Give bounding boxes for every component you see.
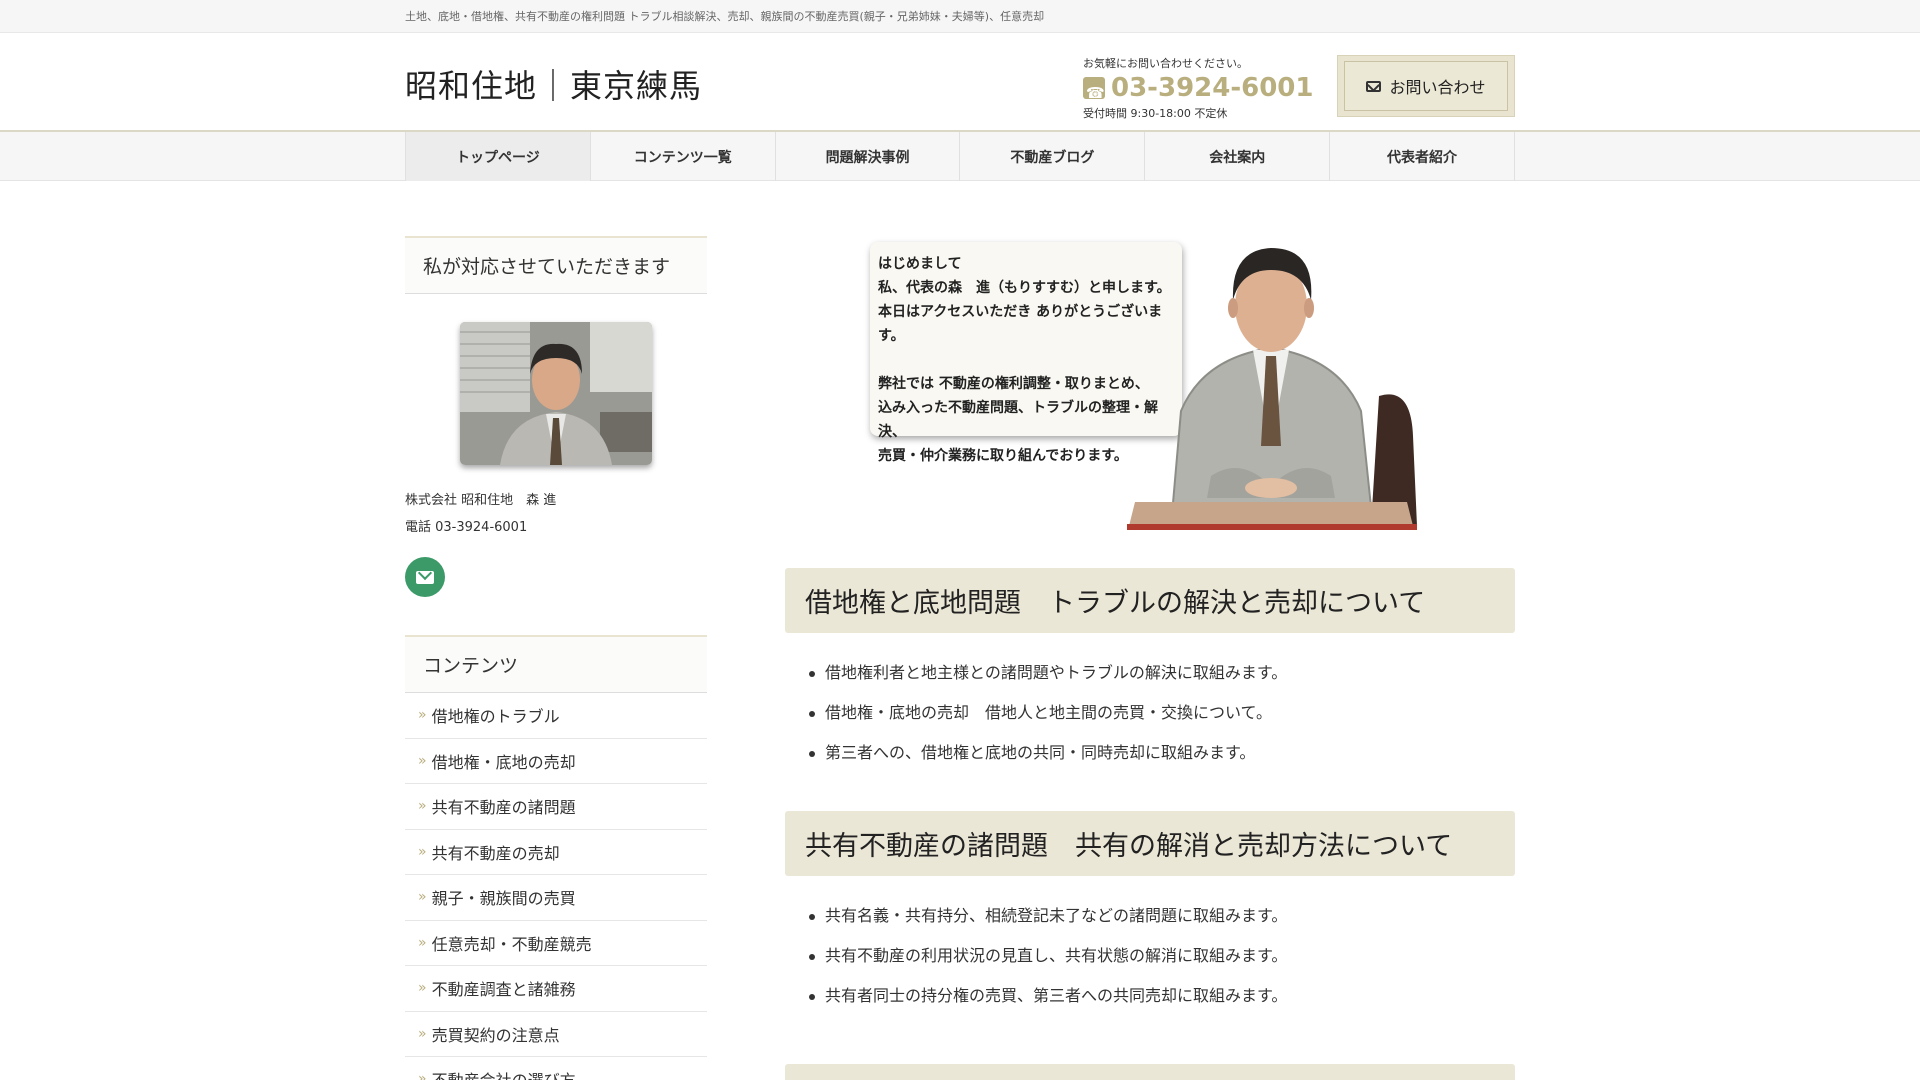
header-phone-number[interactable]: 03-3924-6001	[1111, 73, 1314, 103]
sidebar-item-shakuchi-trouble[interactable]: » 借地権のトラブル	[405, 693, 707, 739]
site-tagline: 土地、底地・借地権、共有不動産の権利問題 トラブル相談解決、売却、親族間の不動産…	[405, 10, 1045, 23]
greeting-hero: はじめまして 私、代表の森 進（もりすすむ）と申します。 本日はアクセスいただき…	[785, 236, 1515, 536]
sidebar-item-survey[interactable]: » 不動産調査と諸雑務	[405, 966, 707, 1012]
list-item: 借地権利者と地主様との諸問題やトラブルの解決に取組みます。	[805, 661, 1515, 701]
nav-item-contents[interactable]: コンテンツ一覧	[591, 132, 776, 181]
sidebar-item-label[interactable]: 借地権のトラブル	[432, 703, 560, 727]
representative-photo	[460, 322, 652, 465]
sidebar-item-label[interactable]: 共有不動産の売却	[432, 840, 560, 864]
sidebar-item-label[interactable]: 不動産会社の選び方	[432, 1067, 576, 1080]
sidebar-phone: 電話 03-3924-6001	[405, 520, 528, 535]
sidebar-item-label[interactable]: 親子・親族間の売買	[432, 885, 576, 909]
header-phone[interactable]: 03-3924-6001	[1083, 73, 1314, 108]
header-contact: お気軽にお問い合わせください。 03-3924-6001 受付時間 9:30-1…	[1083, 55, 1314, 121]
section-title-next	[785, 1064, 1515, 1080]
sidebar-item-kyoyu-issues[interactable]: » 共有不動産の諸問題	[405, 784, 707, 830]
contents-heading: コンテンツ	[405, 635, 707, 693]
contact-hours: 受付時間 9:30-18:00 不定休	[1083, 107, 1228, 120]
sidebar-item-choose-agent[interactable]: » 不動産会社の選び方	[405, 1057, 707, 1080]
sidebar-item-label[interactable]: 不動産調査と諸雑務	[432, 976, 576, 1000]
sidebar-item-label[interactable]: 借地権・底地の売却	[432, 749, 576, 773]
contact-button-inner[interactable]: お問い合わせ	[1344, 61, 1508, 111]
double-chevron-icon: »	[418, 798, 427, 815]
list-item: 共有名義・共有持分、相続登記未了などの諸問題に取組みます。	[805, 904, 1515, 944]
double-chevron-icon: »	[418, 752, 427, 769]
contact-button-label[interactable]: お問い合わせ	[1389, 74, 1485, 98]
profile-heading: 私が対応させていただきます	[405, 236, 707, 294]
envelope-icon	[416, 570, 434, 584]
list-item: 借地権・底地の売却 借地人と地主間の売買・交換について。	[805, 701, 1515, 741]
double-chevron-icon: »	[418, 1071, 427, 1080]
nav-item-blog[interactable]: 不動産ブログ	[960, 132, 1146, 181]
section-title-kyoyu: 共有不動産の諸問題 共有の解消と売却方法について	[785, 811, 1515, 876]
sidebar-item-label[interactable]: 任意売却・不動産競売	[432, 931, 592, 955]
sidebar-item-contract[interactable]: » 売買契約の注意点	[405, 1012, 707, 1057]
phone-icon	[1083, 77, 1105, 108]
global-nav: トップページ コンテンツ一覧 問題解決事例 不動産ブログ 会社案内 代表者紹介	[0, 132, 1920, 181]
double-chevron-icon: »	[418, 934, 427, 951]
list-item: 共有不動産の利用状況の見直し、共有状態の解消に取組みます。	[805, 944, 1515, 984]
top-bar: 土地、底地・借地権、共有不動産の権利問題 トラブル相談解決、売却、親族間の不動産…	[0, 0, 1920, 33]
sidebar-item-kyoyu-sale[interactable]: » 共有不動産の売却	[405, 830, 707, 875]
double-chevron-icon: »	[418, 843, 427, 860]
sidebar: 私が対応させていただきます 株式会社 昭和住地 森 進 電話 03-3924-6…	[405, 236, 707, 1080]
company-name: 株式会社 昭和住地 森 進	[405, 493, 557, 508]
nav-item-representative[interactable]: 代表者紹介	[1330, 132, 1515, 181]
page-content: 私が対応させていただきます 株式会社 昭和住地 森 進 電話 03-3924-6…	[0, 181, 1920, 1080]
site-header: 昭和住地｜東京練馬 お気軽にお問い合わせください。 03-3924-6001 受…	[0, 33, 1920, 132]
mail-button[interactable]	[405, 557, 445, 597]
list-item: 第三者への、借地権と底地の共同・同時売却に取組みます。	[805, 741, 1515, 781]
nav-item-company[interactable]: 会社案内	[1145, 132, 1331, 181]
site-logo[interactable]: 昭和住地｜東京練馬	[405, 61, 702, 107]
section-list-shakuchi: 借地権利者と地主様との諸問題やトラブルの解決に取組みます。 借地権・底地の売却 …	[785, 633, 1515, 781]
nav-item-cases[interactable]: 問題解決事例	[776, 132, 961, 181]
sidebar-item-label[interactable]: 共有不動産の諸問題	[432, 794, 576, 818]
envelope-icon	[1366, 80, 1382, 92]
section-title-shakuchi: 借地権と底地問題 トラブルの解決と売却について	[785, 568, 1515, 633]
sidebar-item-nini-baikyaku[interactable]: » 任意売却・不動産競売	[405, 921, 707, 966]
contents-list: » 借地権のトラブル » 借地権・底地の売却 » 共有不動産の諸問題 » 共有不動産の売…	[405, 693, 707, 1080]
double-chevron-icon: »	[418, 707, 427, 724]
double-chevron-icon: »	[418, 980, 427, 997]
contact-button[interactable]: お問い合わせ	[1337, 55, 1515, 117]
nav-item-top[interactable]: トップページ	[406, 132, 591, 181]
main-column: はじめまして 私、代表の森 進（もりすすむ）と申します。 本日はアクセスいただき…	[785, 236, 1515, 1080]
contact-note: お気軽にお問い合わせください。	[1083, 57, 1248, 70]
representative-illustration	[1127, 248, 1417, 530]
double-chevron-icon: »	[418, 1025, 427, 1042]
section-list-kyoyu: 共有名義・共有持分、相続登記未了などの諸問題に取組みます。 共有不動産の利用状況…	[785, 876, 1515, 1024]
sidebar-item-shakuchi-sale[interactable]: » 借地権・底地の売却	[405, 739, 707, 784]
sidebar-item-label[interactable]: 売買契約の注意点	[432, 1022, 560, 1046]
double-chevron-icon: »	[418, 889, 427, 906]
sidebar-item-family-sale[interactable]: » 親子・親族間の売買	[405, 875, 707, 921]
list-item: 共有者同士の持分権の売買、第三者への共同売却に取組みます。	[805, 984, 1515, 1024]
